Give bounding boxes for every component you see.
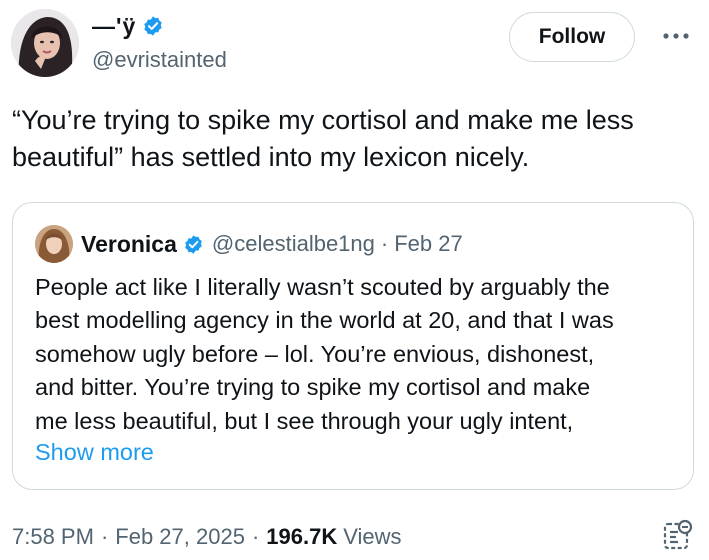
- profile-photo: [11, 9, 79, 77]
- views-count: 196.7K: [266, 524, 338, 549]
- quoted-tweet-card[interactable]: Veronica @celestialbe1ng · Feb 27 People…: [12, 202, 694, 490]
- tweet-time[interactable]: 7:58 PM: [12, 524, 94, 550]
- tweet-text: “You’re trying to spike my cortisol and …: [12, 102, 702, 176]
- tweet-text-line: beautiful” has settled into my lexicon n…: [12, 142, 530, 172]
- author-avatar[interactable]: [11, 9, 79, 77]
- separator-dot: ·: [380, 231, 389, 256]
- separator-dot: ·: [251, 524, 260, 549]
- quoted-tweet-date[interactable]: Feb 27: [394, 231, 463, 257]
- show-more-link[interactable]: Show more: [35, 439, 154, 466]
- author-handle[interactable]: @evristainted: [92, 47, 227, 73]
- quoted-tweet-header: Veronica @celestialbe1ng · Feb 27: [35, 225, 463, 263]
- verified-badge-icon[interactable]: [183, 234, 204, 255]
- more-options-icon[interactable]: [656, 22, 696, 50]
- quoted-text-line: me less beautiful, but I see through you…: [35, 407, 574, 434]
- tweet-meta: 7:58 PM · Feb 27, 2025 · 196.7K Views: [12, 522, 402, 552]
- views-label: Views: [343, 524, 402, 549]
- quoted-text-line: somehow ugly before – lol. You’re enviou…: [35, 340, 595, 367]
- author-display-name[interactable]: —'ÿ: [92, 13, 136, 40]
- tweet-date[interactable]: Feb 27, 2025: [115, 524, 245, 550]
- verified-badge-icon[interactable]: [142, 15, 164, 37]
- quoted-text-line: and bitter. You’re trying to spike my co…: [35, 374, 591, 401]
- follow-button[interactable]: Follow: [509, 12, 635, 62]
- separator-dot: ·: [100, 524, 109, 549]
- quoted-text-line: People act like I literally wasn’t scout…: [35, 274, 610, 300]
- quoted-author-avatar[interactable]: [35, 225, 73, 263]
- author-name-row: —'ÿ: [92, 12, 164, 40]
- tweet-text-line: “You’re trying to spike my cortisol and …: [12, 105, 634, 135]
- quoted-tweet-text: People act like I literally wasn’t scout…: [35, 271, 685, 438]
- analytics-icon[interactable]: [663, 518, 693, 552]
- quoted-author-handle[interactable]: @celestialbe1ng: [212, 231, 375, 257]
- quoted-author-name[interactable]: Veronica: [81, 231, 177, 258]
- quoted-text-line: best modelling agency in the world at 20…: [35, 307, 614, 334]
